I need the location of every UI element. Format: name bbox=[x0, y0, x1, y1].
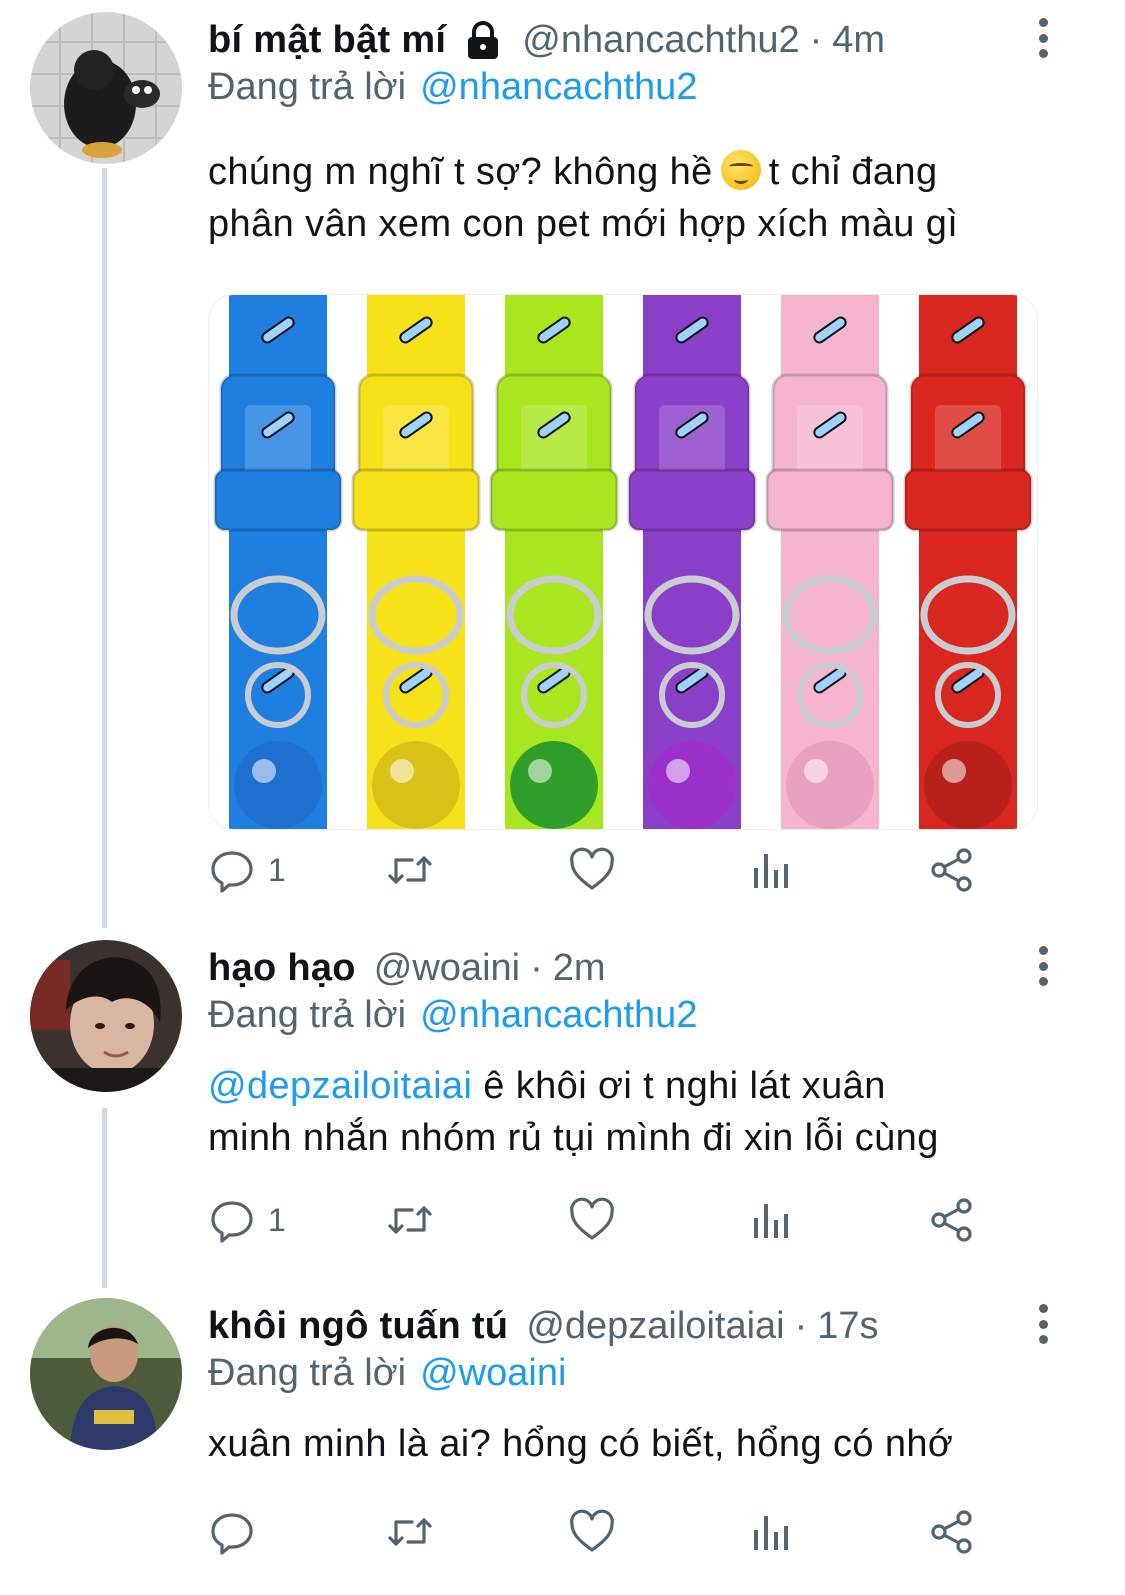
tweet-text: xuân minh là ai? hổng có biết, hổng có n… bbox=[208, 1418, 1068, 1470]
tweet-text-part: phân vân xem con pet mới hợp xích màu gì bbox=[208, 203, 959, 245]
user-handle[interactable]: @woaini bbox=[374, 947, 520, 990]
avatar[interactable] bbox=[30, 940, 182, 1092]
tweet-text-part: xuân minh là ai? hổng có biết, hổng có n… bbox=[208, 1423, 954, 1465]
reply-button[interactable] bbox=[208, 1504, 268, 1560]
share-button[interactable] bbox=[928, 1192, 976, 1248]
tweet[interactable]: hạo hạo @woaini · 2m Đang trả lời @nhanca… bbox=[0, 940, 1125, 1260]
replying-to-label: Đang trả lời bbox=[208, 66, 407, 108]
separator-dot: · bbox=[530, 946, 543, 989]
like-button[interactable] bbox=[568, 842, 616, 898]
avatar[interactable] bbox=[30, 12, 182, 164]
avatar[interactable] bbox=[30, 1298, 182, 1450]
share-icon bbox=[931, 848, 972, 892]
tweet-text-part: minh nhắn nhóm rủ tụi mình đi xin lỗi cù… bbox=[208, 1117, 939, 1159]
replying-to-mention[interactable]: @nhancachthu2 bbox=[420, 66, 697, 108]
tweet-actions: 1 bbox=[208, 1192, 988, 1248]
reply-icon bbox=[211, 851, 253, 893]
reply-icon bbox=[211, 1201, 253, 1243]
analytics-button[interactable] bbox=[748, 1504, 796, 1560]
tweet-text: @depzailoitaiai ê khôi ơi t nghi lát xuâ… bbox=[208, 1060, 1068, 1164]
more-options-icon[interactable] bbox=[1023, 1304, 1063, 1344]
retweet-button[interactable] bbox=[386, 842, 434, 898]
lock-icon bbox=[462, 19, 504, 61]
analytics-button[interactable] bbox=[748, 842, 796, 898]
retweet-icon bbox=[388, 856, 432, 884]
retweet-button[interactable] bbox=[386, 1504, 434, 1560]
tweet-actions bbox=[208, 1504, 988, 1560]
share-icon bbox=[931, 1198, 972, 1242]
reply-button[interactable]: 1 bbox=[208, 842, 286, 898]
tweet-text: chúng m nghĩ t sợ? không hề t chỉ đang ph… bbox=[208, 146, 1068, 250]
like-button[interactable] bbox=[568, 1504, 616, 1560]
replying-to-mention[interactable]: @woaini bbox=[420, 1352, 566, 1394]
analytics-icon bbox=[754, 1516, 788, 1550]
retweet-icon bbox=[388, 1206, 432, 1234]
analytics-button[interactable] bbox=[748, 1192, 796, 1248]
tweet-text-part: chúng m nghĩ t sợ? không hề bbox=[208, 151, 713, 193]
more-options-icon[interactable] bbox=[1023, 18, 1063, 58]
replying-to: Đang trả lời @woaini bbox=[208, 1352, 566, 1395]
more-options-icon[interactable] bbox=[1023, 946, 1063, 986]
replying-to: Đang trả lời @nhancachthu2 bbox=[208, 994, 697, 1037]
pet-collars-image[interactable] bbox=[208, 294, 1038, 830]
share-icon bbox=[931, 1510, 972, 1554]
timestamp[interactable]: 17s bbox=[817, 1305, 878, 1348]
display-name[interactable]: hạo hạo bbox=[208, 947, 356, 990]
smirk-emoji-icon bbox=[720, 150, 761, 190]
timestamp[interactable]: 2m bbox=[553, 947, 606, 990]
replying-to-label: Đang trả lời bbox=[208, 1352, 407, 1394]
tweet-text-part: ê khôi ơi t nghi lát xuân bbox=[483, 1065, 886, 1107]
timestamp[interactable]: 4m bbox=[832, 19, 885, 62]
reply-icon bbox=[211, 1513, 253, 1555]
reply-button[interactable]: 1 bbox=[208, 1192, 286, 1248]
user-handle[interactable]: @nhancachthu2 bbox=[522, 19, 799, 62]
heart-icon bbox=[570, 1197, 614, 1240]
share-button[interactable] bbox=[928, 842, 976, 898]
retweet-icon bbox=[388, 1518, 432, 1546]
user-handle[interactable]: @depzailoitaiai bbox=[526, 1305, 784, 1348]
heart-icon bbox=[570, 1509, 614, 1552]
replying-to: Đang trả lời @nhancachthu2 bbox=[208, 66, 697, 109]
analytics-icon bbox=[754, 1204, 788, 1238]
reply-count: 1 bbox=[268, 1201, 286, 1238]
retweet-button[interactable] bbox=[386, 1192, 434, 1248]
replying-to-mention[interactable]: @nhancachthu2 bbox=[420, 994, 697, 1036]
display-name[interactable]: bí mật bật mí bbox=[208, 19, 446, 62]
separator-dot: · bbox=[794, 1304, 808, 1347]
separator-dot: · bbox=[809, 18, 823, 61]
like-button[interactable] bbox=[568, 1192, 616, 1248]
tweet-text-part: t chỉ đang bbox=[768, 151, 938, 193]
share-button[interactable] bbox=[928, 1504, 976, 1560]
heart-icon bbox=[570, 847, 614, 890]
tweet[interactable]: khôi ngô tuấn tú @depzailoitaiai · 17s Đ… bbox=[0, 1298, 1125, 1595]
tweet-actions: 1 bbox=[208, 842, 988, 898]
analytics-icon bbox=[754, 854, 788, 888]
display-name[interactable]: khôi ngô tuấn tú bbox=[208, 1305, 508, 1348]
reply-count: 1 bbox=[268, 851, 286, 888]
replying-to-label: Đang trả lời bbox=[208, 994, 407, 1036]
tweet[interactable]: bí mật bật mí @nhancachthu2 · 4m Đang tr… bbox=[0, 12, 1125, 912]
mention-link[interactable]: @depzailoitaiai bbox=[208, 1065, 472, 1107]
